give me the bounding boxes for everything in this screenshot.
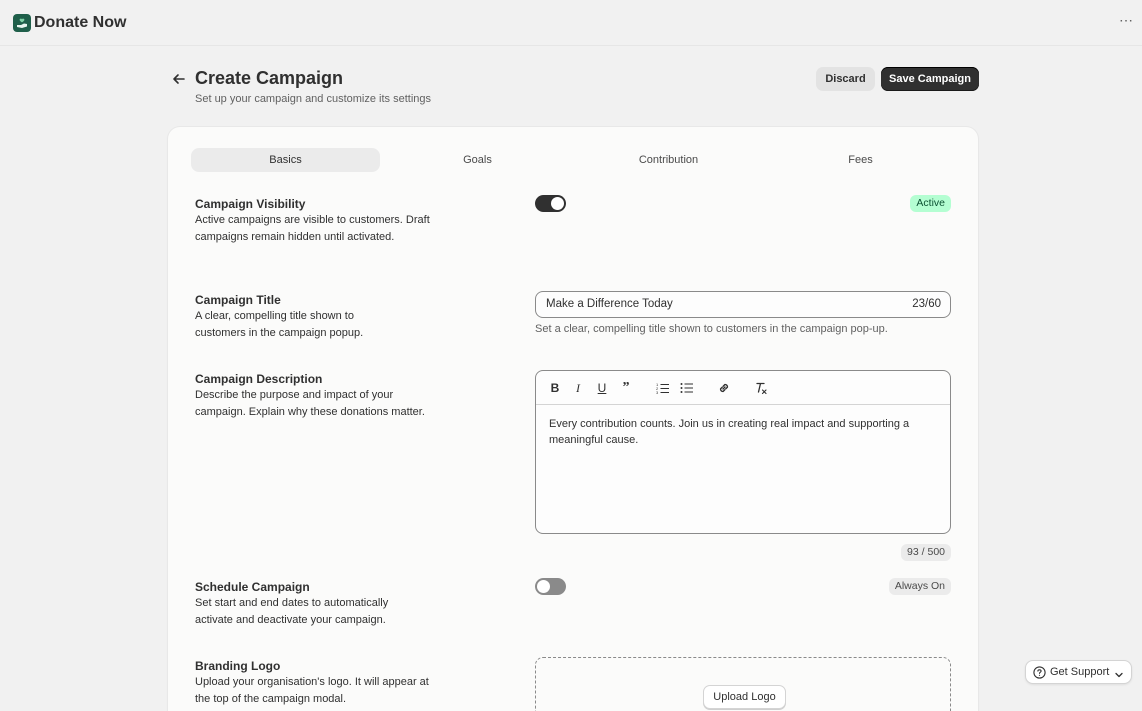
get-support-button[interactable]: Get Support xyxy=(1025,660,1132,684)
schedule-title: Schedule Campaign xyxy=(195,580,310,594)
rich-text-editor: B I U ” 123 Every contribution counts. J… xyxy=(535,370,951,534)
schedule-toggle[interactable] xyxy=(535,578,566,595)
help-circle-icon xyxy=(1033,666,1046,684)
logo-dropzone[interactable]: Upload Logo xyxy=(535,657,951,711)
status-badge: Active xyxy=(910,195,951,212)
page-title: Create Campaign xyxy=(195,68,344,88)
get-support-label: Get Support xyxy=(1050,666,1110,678)
quote-icon[interactable]: ” xyxy=(616,378,636,398)
clear-format-icon[interactable] xyxy=(751,378,771,398)
visibility-description: Active campaigns are visible to customer… xyxy=(195,214,430,243)
ellipsis-icon[interactable]: ⋯ xyxy=(1119,12,1134,29)
upload-logo-button[interactable]: Upload Logo xyxy=(703,685,786,709)
tab-bar: Basics Goals Contribution Fees xyxy=(191,148,955,172)
campaign-settings-card: Basics Goals Contribution Fees Campaign … xyxy=(168,127,978,711)
hand-heart-icon xyxy=(13,14,31,32)
app-title: Donate Now xyxy=(34,14,127,31)
tab-contribution[interactable]: Contribution xyxy=(574,148,763,172)
branding-logo-description: Upload your organisation's logo. It will… xyxy=(195,676,429,705)
campaign-title-input[interactable]: Make a Difference Today 23/60 xyxy=(535,291,951,318)
tab-basics[interactable]: Basics xyxy=(191,148,380,172)
campaign-title-description: A clear, compelling title shown to custo… xyxy=(195,310,364,339)
campaign-title-label: Campaign Title xyxy=(195,293,281,307)
page-subtitle: Set up your campaign and customize its s… xyxy=(195,93,432,105)
editor-toolbar: B I U ” 123 xyxy=(536,371,950,405)
campaign-description-help: Describe the purpose and impact of your … xyxy=(195,389,425,418)
campaign-title-counter: 23/60 xyxy=(912,298,941,310)
schedule-description: Set start and end dates to automatically… xyxy=(195,597,389,626)
schedule-badge: Always On xyxy=(888,578,951,595)
campaign-title-help: Set a clear, compelling title shown to c… xyxy=(535,323,888,335)
top-bar: Donate Now ⋯ xyxy=(0,0,1142,46)
bullet-list-icon[interactable] xyxy=(677,378,697,398)
back-arrow-icon[interactable] xyxy=(170,70,188,88)
chevron-down-icon xyxy=(1114,667,1124,685)
visibility-title: Campaign Visibility xyxy=(195,197,306,211)
branding-logo-title: Branding Logo xyxy=(195,659,281,673)
link-icon[interactable] xyxy=(714,378,734,398)
bold-icon[interactable]: B xyxy=(545,378,565,398)
campaign-description-label: Campaign Description xyxy=(195,372,323,386)
discard-button[interactable]: Discard xyxy=(816,67,875,91)
tab-goals[interactable]: Goals xyxy=(383,148,572,172)
campaign-description-input[interactable]: Every contribution counts. Join us in cr… xyxy=(549,416,941,448)
campaign-title-value: Make a Difference Today xyxy=(546,298,673,310)
description-char-count: 93 / 500 xyxy=(901,544,951,561)
toggle-knob xyxy=(537,580,550,593)
ordered-list-icon[interactable]: 123 xyxy=(653,378,673,398)
toggle-knob xyxy=(551,197,564,210)
save-campaign-button[interactable]: Save Campaign xyxy=(881,67,979,91)
italic-icon[interactable]: I xyxy=(568,378,588,398)
tab-fees[interactable]: Fees xyxy=(766,148,955,172)
underline-icon[interactable]: U xyxy=(592,378,612,398)
svg-text:3: 3 xyxy=(656,390,659,394)
visibility-toggle[interactable] xyxy=(535,195,566,212)
